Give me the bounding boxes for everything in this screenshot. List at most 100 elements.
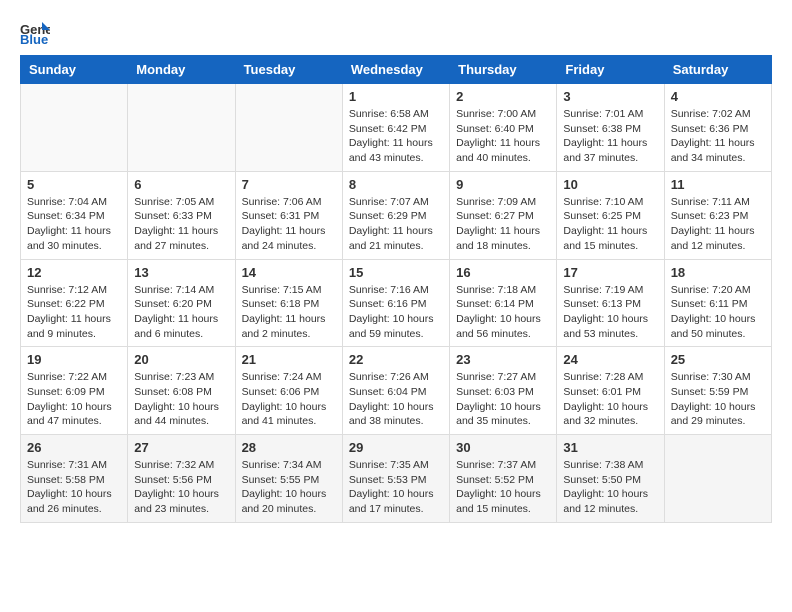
calendar-cell: 23Sunrise: 7:27 AM Sunset: 6:03 PM Dayli…: [450, 347, 557, 435]
calendar-cell: 17 Sunrise: 7:19 AM Sunset: 6:13 PM Dayli…: [557, 259, 664, 347]
calendar-cell: 26 Sunrise: 7:31 AM Sunset: 5:58 PM Dayli…: [21, 435, 128, 523]
calendar-cell: 24 Sunrise: 7:28 AM Sunset: 6:01 PM Dayli…: [557, 347, 664, 435]
calendar-cell: 13 Sunrise: 7:14 AM Sunset: 6:20 PM Dayli…: [128, 259, 235, 347]
calendar-week-row: 12 Sunrise: 7:12 AM Sunset: 6:22 PM Dayli…: [21, 259, 772, 347]
calendar-week-row: 19 Sunrise: 7:22 AM Sunset: 6:09 PM Dayli…: [21, 347, 772, 435]
calendar-header-monday: Monday: [128, 56, 235, 84]
day-info: Sunrise: 7:32 AM Sunset: 5:56 PM Dayligh…: [134, 458, 228, 517]
day-number: 19: [27, 352, 121, 367]
day-info: Sunrise: 7:28 AM Sunset: 6:01 PM Dayligh…: [563, 370, 657, 429]
day-number: 15: [349, 265, 443, 280]
day-info: Sunrise: 7:22 AM Sunset: 6:09 PM Dayligh…: [27, 370, 121, 429]
calendar-cell: 9 Sunrise: 7:09 AM Sunset: 6:27 PM Daylig…: [450, 171, 557, 259]
day-number: 7: [242, 177, 336, 192]
day-number: 1: [349, 89, 443, 104]
calendar-cell: [235, 84, 342, 172]
logo: General Blue: [20, 20, 52, 45]
calendar-cell: 8Sunrise: 7:07 AM Sunset: 6:29 PM Daylig…: [342, 171, 449, 259]
calendar-cell: 12 Sunrise: 7:12 AM Sunset: 6:22 PM Dayli…: [21, 259, 128, 347]
day-number: 25: [671, 352, 765, 367]
day-number: 5: [27, 177, 121, 192]
calendar-header-sunday: Sunday: [21, 56, 128, 84]
calendar-header-saturday: Saturday: [664, 56, 771, 84]
day-number: 26: [27, 440, 121, 455]
day-number: 12: [27, 265, 121, 280]
day-number: 30: [456, 440, 550, 455]
day-info: Sunrise: 7:16 AM Sunset: 6:16 PM Dayligh…: [349, 283, 443, 342]
calendar-cell: 14Sunrise: 7:15 AM Sunset: 6:18 PM Dayli…: [235, 259, 342, 347]
calendar-header-wednesday: Wednesday: [342, 56, 449, 84]
day-info: Sunrise: 7:34 AM Sunset: 5:55 PM Dayligh…: [242, 458, 336, 517]
calendar-header-row: SundayMondayTuesdayWednesdayThursdayFrid…: [21, 56, 772, 84]
calendar-cell: 6Sunrise: 7:05 AM Sunset: 6:33 PM Daylig…: [128, 171, 235, 259]
day-info: Sunrise: 7:35 AM Sunset: 5:53 PM Dayligh…: [349, 458, 443, 517]
day-number: 29: [349, 440, 443, 455]
day-info: Sunrise: 7:20 AM Sunset: 6:11 PM Dayligh…: [671, 283, 765, 342]
calendar-cell: 4Sunrise: 7:02 AM Sunset: 6:36 PM Daylig…: [664, 84, 771, 172]
day-number: 17: [563, 265, 657, 280]
day-number: 10: [563, 177, 657, 192]
day-info: Sunrise: 7:04 AM Sunset: 6:34 PM Dayligh…: [27, 195, 121, 254]
day-number: 24: [563, 352, 657, 367]
day-number: 3: [563, 89, 657, 104]
day-number: 11: [671, 177, 765, 192]
calendar-cell: 22 Sunrise: 7:26 AM Sunset: 6:04 PM Dayli…: [342, 347, 449, 435]
day-info: Sunrise: 7:30 AM Sunset: 5:59 PM Dayligh…: [671, 370, 765, 429]
day-info: Sunrise: 7:37 AM Sunset: 5:52 PM Dayligh…: [456, 458, 550, 517]
calendar-cell: 11 Sunrise: 7:11 AM Sunset: 6:23 PM Dayli…: [664, 171, 771, 259]
calendar-header-friday: Friday: [557, 56, 664, 84]
svg-text:Blue: Blue: [20, 32, 48, 45]
day-number: 18: [671, 265, 765, 280]
day-info: Sunrise: 7:12 AM Sunset: 6:22 PM Dayligh…: [27, 283, 121, 342]
calendar-cell: 7 Sunrise: 7:06 AM Sunset: 6:31 PM Daylig…: [235, 171, 342, 259]
day-info: Sunrise: 6:58 AM Sunset: 6:42 PM Dayligh…: [349, 107, 443, 166]
calendar-cell: 28 Sunrise: 7:34 AM Sunset: 5:55 PM Dayli…: [235, 435, 342, 523]
day-number: 27: [134, 440, 228, 455]
day-info: Sunrise: 7:15 AM Sunset: 6:18 PM Dayligh…: [242, 283, 336, 342]
calendar-header-tuesday: Tuesday: [235, 56, 342, 84]
calendar-week-row: 26 Sunrise: 7:31 AM Sunset: 5:58 PM Dayli…: [21, 435, 772, 523]
day-number: 22: [349, 352, 443, 367]
day-info: Sunrise: 7:31 AM Sunset: 5:58 PM Dayligh…: [27, 458, 121, 517]
day-number: 23: [456, 352, 550, 367]
day-info: Sunrise: 7:01 AM Sunset: 6:38 PM Dayligh…: [563, 107, 657, 166]
day-info: Sunrise: 7:07 AM Sunset: 6:29 PM Dayligh…: [349, 195, 443, 254]
calendar-cell: 30 Sunrise: 7:37 AM Sunset: 5:52 PM Dayli…: [450, 435, 557, 523]
calendar-cell: [128, 84, 235, 172]
calendar-cell: 5 Sunrise: 7:04 AM Sunset: 6:34 PM Daylig…: [21, 171, 128, 259]
calendar-cell: [21, 84, 128, 172]
calendar-cell: 29 Sunrise: 7:35 AM Sunset: 5:53 PM Dayli…: [342, 435, 449, 523]
calendar-cell: 10 Sunrise: 7:10 AM Sunset: 6:25 PM Dayli…: [557, 171, 664, 259]
day-info: Sunrise: 7:10 AM Sunset: 6:25 PM Dayligh…: [563, 195, 657, 254]
calendar-cell: 15 Sunrise: 7:16 AM Sunset: 6:16 PM Dayli…: [342, 259, 449, 347]
calendar-header-thursday: Thursday: [450, 56, 557, 84]
day-info: Sunrise: 7:11 AM Sunset: 6:23 PM Dayligh…: [671, 195, 765, 254]
calendar-cell: 20 Sunrise: 7:23 AM Sunset: 6:08 PM Dayli…: [128, 347, 235, 435]
day-info: Sunrise: 7:06 AM Sunset: 6:31 PM Dayligh…: [242, 195, 336, 254]
calendar-week-row: 1 Sunrise: 6:58 AM Sunset: 6:42 PM Daylig…: [21, 84, 772, 172]
day-number: 9: [456, 177, 550, 192]
day-info: Sunrise: 7:02 AM Sunset: 6:36 PM Dayligh…: [671, 107, 765, 166]
day-info: Sunrise: 7:00 AM Sunset: 6:40 PM Dayligh…: [456, 107, 550, 166]
day-info: Sunrise: 7:23 AM Sunset: 6:08 PM Dayligh…: [134, 370, 228, 429]
calendar-cell: 21 Sunrise: 7:24 AM Sunset: 6:06 PM Dayli…: [235, 347, 342, 435]
calendar-cell: 16Sunrise: 7:18 AM Sunset: 6:14 PM Dayli…: [450, 259, 557, 347]
day-info: Sunrise: 7:24 AM Sunset: 6:06 PM Dayligh…: [242, 370, 336, 429]
day-number: 2: [456, 89, 550, 104]
day-number: 20: [134, 352, 228, 367]
logo-icon: General Blue: [20, 20, 50, 45]
day-number: 13: [134, 265, 228, 280]
day-info: Sunrise: 7:26 AM Sunset: 6:04 PM Dayligh…: [349, 370, 443, 429]
day-info: Sunrise: 7:38 AM Sunset: 5:50 PM Dayligh…: [563, 458, 657, 517]
calendar-cell: 3 Sunrise: 7:01 AM Sunset: 6:38 PM Daylig…: [557, 84, 664, 172]
calendar-cell: [664, 435, 771, 523]
calendar-cell: 1 Sunrise: 6:58 AM Sunset: 6:42 PM Daylig…: [342, 84, 449, 172]
day-number: 28: [242, 440, 336, 455]
day-number: 31: [563, 440, 657, 455]
day-number: 21: [242, 352, 336, 367]
day-info: Sunrise: 7:19 AM Sunset: 6:13 PM Dayligh…: [563, 283, 657, 342]
calendar-cell: 18 Sunrise: 7:20 AM Sunset: 6:11 PM Dayli…: [664, 259, 771, 347]
day-info: Sunrise: 7:14 AM Sunset: 6:20 PM Dayligh…: [134, 283, 228, 342]
day-info: Sunrise: 7:18 AM Sunset: 6:14 PM Dayligh…: [456, 283, 550, 342]
day-info: Sunrise: 7:09 AM Sunset: 6:27 PM Dayligh…: [456, 195, 550, 254]
